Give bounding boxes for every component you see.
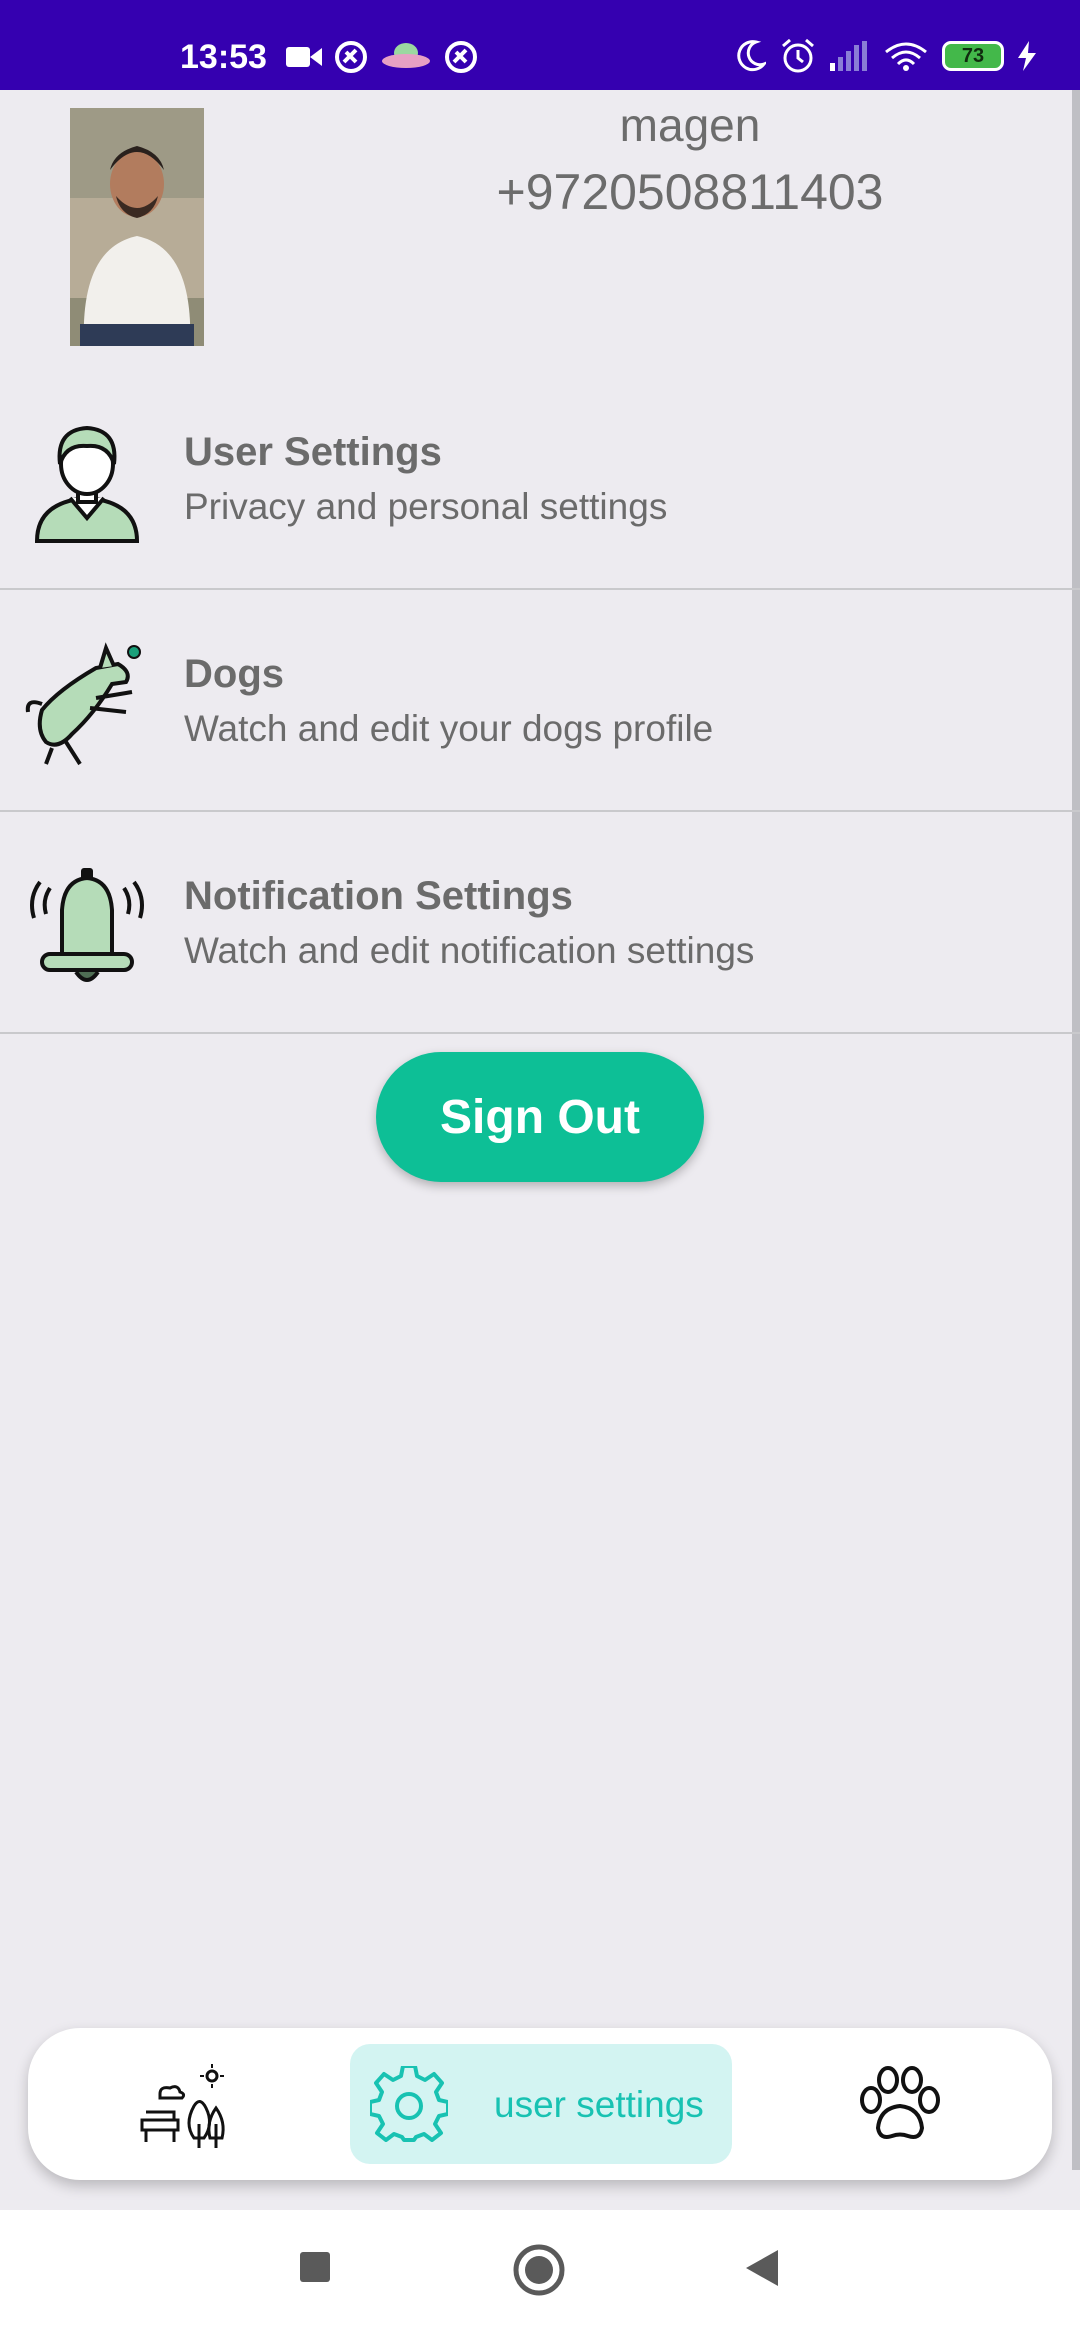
- battery-icon: 73: [942, 41, 1004, 71]
- profile-phone: +9720508811403: [496, 164, 884, 220]
- bell-icon: [30, 868, 144, 982]
- menu-item-dogs[interactable]: Dogs Watch and edit your dogs profile: [0, 590, 1080, 812]
- charging-icon: [1018, 41, 1036, 71]
- app-notification-icon: [445, 41, 477, 73]
- menu-item-subtitle: Privacy and personal settings: [184, 486, 668, 527]
- profile-name: magen: [619, 99, 761, 151]
- app-notification-icon: [335, 41, 367, 73]
- back-icon[interactable]: [744, 2248, 780, 2288]
- nav-item-user-settings[interactable]: user settings: [350, 2044, 732, 2164]
- menu-item-title: Dogs: [184, 652, 284, 696]
- nav-item-label: user settings: [494, 2084, 704, 2125]
- jumping-dog-icon: [25, 642, 141, 766]
- park-icon[interactable]: [138, 2064, 238, 2148]
- paw-icon[interactable]: [858, 2066, 942, 2142]
- status-left-icons: [286, 40, 478, 74]
- video-call-icon: [286, 47, 322, 67]
- person-photo-icon: [70, 108, 204, 346]
- status-bar: 13:53 73: [0, 0, 1080, 90]
- status-time: 13:53: [180, 38, 267, 76]
- status-right-icons: 73: [736, 38, 1036, 74]
- menu-item-notification-settings[interactable]: Notification Settings Watch and edit not…: [0, 812, 1080, 1034]
- battery-level: 73: [961, 44, 985, 67]
- menu-item-title: Notification Settings: [184, 874, 573, 918]
- do-not-disturb-icon: [737, 40, 766, 72]
- home-icon[interactable]: [512, 2243, 566, 2297]
- recents-icon[interactable]: [298, 2250, 332, 2284]
- bottom-navigation: user settings: [28, 2028, 1052, 2180]
- system-navigation-bar: [0, 2210, 1080, 2340]
- menu-item-subtitle: Watch and edit your dogs profile: [184, 708, 714, 749]
- ufo-icon: [382, 43, 430, 68]
- menu-item-title: User Settings: [184, 430, 442, 474]
- cell-signal-icon: [830, 41, 867, 71]
- profile-photo[interactable]: [70, 108, 204, 346]
- menu-item-user-settings[interactable]: User Settings Privacy and personal setti…: [0, 368, 1080, 590]
- wifi-icon: [885, 42, 927, 71]
- alarm-icon: [782, 38, 814, 73]
- sign-out-button[interactable]: Sign Out: [376, 1052, 704, 1182]
- gear-icon: [370, 2066, 448, 2142]
- menu-item-subtitle: Watch and edit notification settings: [184, 930, 755, 971]
- user-avatar-icon: [34, 425, 140, 543]
